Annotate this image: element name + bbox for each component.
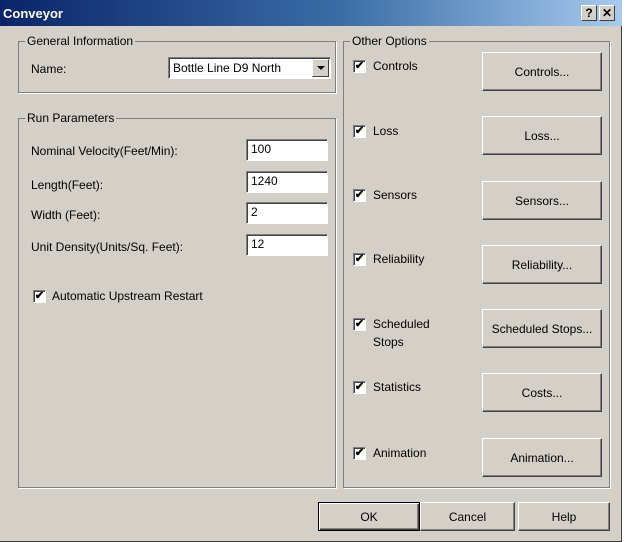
scheduled-stops-label-line2: Stops <box>373 335 404 349</box>
scheduled-stops-button-label: Scheduled Stops... <box>491 321 593 336</box>
controls-button[interactable]: Controls... <box>482 52 602 91</box>
reliability-button[interactable]: Reliability... <box>482 245 602 284</box>
ok-button[interactable]: OK <box>318 502 420 531</box>
scheduled-stops-button[interactable]: Scheduled Stops... <box>482 309 602 348</box>
controls-button-label: Controls... <box>514 64 570 79</box>
sensors-button[interactable]: Sensors... <box>482 181 602 220</box>
reliability-checkbox[interactable]: ✔ <box>353 253 366 266</box>
close-icon[interactable]: ✕ <box>599 5 615 21</box>
costs-button-label: Costs... <box>521 385 563 400</box>
title-bar[interactable]: Conveyor ? ✕ <box>0 0 622 26</box>
scheduled-stops-label: Scheduled <box>373 317 430 331</box>
reliability-label: Reliability <box>373 252 425 266</box>
animation-label: Animation <box>373 446 427 460</box>
costs-button[interactable]: Costs... <box>482 373 602 412</box>
general-information-label: General Information <box>25 34 136 48</box>
reliability-button-label: Reliability... <box>511 257 573 272</box>
controls-checkbox[interactable]: ✔ <box>353 60 366 73</box>
cancel-button[interactable]: Cancel <box>420 502 515 531</box>
sensors-checkbox[interactable]: ✔ <box>353 189 366 202</box>
window-title: Conveyor <box>3 6 63 21</box>
run-parameters-label: Run Parameters <box>25 111 117 125</box>
loss-button[interactable]: Loss... <box>482 116 602 155</box>
animation-button-label: Animation... <box>510 450 574 465</box>
width-label: Width (Feet): <box>31 208 101 222</box>
length-input[interactable]: 1240 <box>246 171 328 193</box>
auto-restart-label: Automatic Upstream Restart <box>52 289 203 303</box>
animation-button[interactable]: Animation... <box>482 438 602 477</box>
loss-checkbox[interactable]: ✔ <box>353 125 366 138</box>
sensors-button-label: Sensors... <box>514 193 570 208</box>
length-label: Length(Feet): <box>31 178 104 192</box>
loss-label: Loss <box>373 124 399 138</box>
chevron-down-icon[interactable] <box>312 59 329 77</box>
help-button[interactable]: Help <box>518 502 610 531</box>
ok-button-label: OK <box>360 509 378 524</box>
auto-restart-checkbox[interactable]: ✔ <box>33 290 46 303</box>
controls-label: Controls <box>373 59 418 73</box>
name-label: Name: <box>31 62 67 76</box>
nominal-velocity-input[interactable]: 100 <box>246 139 328 161</box>
unit-density-label: Unit Density(Units/Sq. Feet): <box>31 240 184 254</box>
nominal-velocity-label: Nominal Velocity(Feet/Min): <box>31 144 178 158</box>
name-combobox-value: Bottle Line D9 North <box>173 61 282 75</box>
sensors-label: Sensors <box>373 188 418 202</box>
conveyor-dialog: Conveyor ? ✕ General Information Name: B… <box>0 0 622 542</box>
help-icon[interactable]: ? <box>581 5 597 21</box>
loss-button-label: Loss... <box>524 128 560 143</box>
scheduled-stops-checkbox[interactable]: ✔ <box>353 318 366 331</box>
other-options-label: Other Options <box>350 34 429 48</box>
cancel-button-label: Cancel <box>448 509 487 524</box>
unit-density-input[interactable]: 12 <box>246 234 328 256</box>
name-combobox[interactable]: Bottle Line D9 North <box>168 57 331 79</box>
help-button-label: Help <box>551 509 577 524</box>
width-input[interactable]: 2 <box>246 202 328 224</box>
statistics-label: Statistics <box>373 380 422 394</box>
statistics-checkbox[interactable]: ✔ <box>353 381 366 394</box>
animation-checkbox[interactable]: ✔ <box>353 447 366 460</box>
